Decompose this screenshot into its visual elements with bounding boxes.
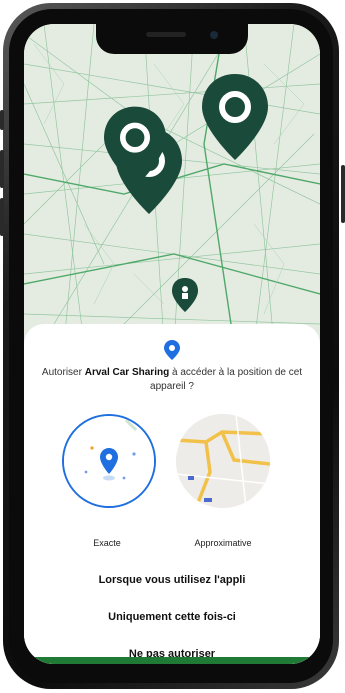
volume-down-button [0,198,4,236]
location-permission-dialog: Autoriser Arval Car Sharing à accéder à … [24,324,320,664]
exact-location-option[interactable] [62,414,156,508]
approximate-label: Approximative [194,538,252,548]
map-pin-icon[interactable] [202,74,268,160]
approximate-location-option[interactable] [176,414,270,508]
location-pin-icon [164,340,180,360]
speaker [146,32,186,37]
phone-screen: Autoriser Arval Car Sharing à accéder à … [24,24,320,664]
notch [96,24,248,54]
exact-map-preview [64,416,154,506]
approximate-map-preview [176,414,270,508]
bottom-bar [24,657,320,664]
volume-up-button [0,150,4,188]
allow-while-using-button[interactable]: Lorsque vous utilisez l'appli [24,574,320,586]
camera [210,31,218,39]
map-pin-icon[interactable] [104,106,166,188]
prompt-prefix: Autoriser [41,367,85,378]
user-location-icon [172,278,198,312]
app-name: Arval Car Sharing [84,367,170,378]
exact-label: Exacte [93,538,121,548]
power-button [341,165,345,223]
prompt-suffix: à accéder à la position de cet appareil … [150,367,303,392]
allow-once-button[interactable]: Uniquement cette fois-ci [24,611,320,623]
permission-prompt: Autoriser Arval Car Sharing à accéder à … [34,366,310,394]
mute-switch [0,110,4,130]
